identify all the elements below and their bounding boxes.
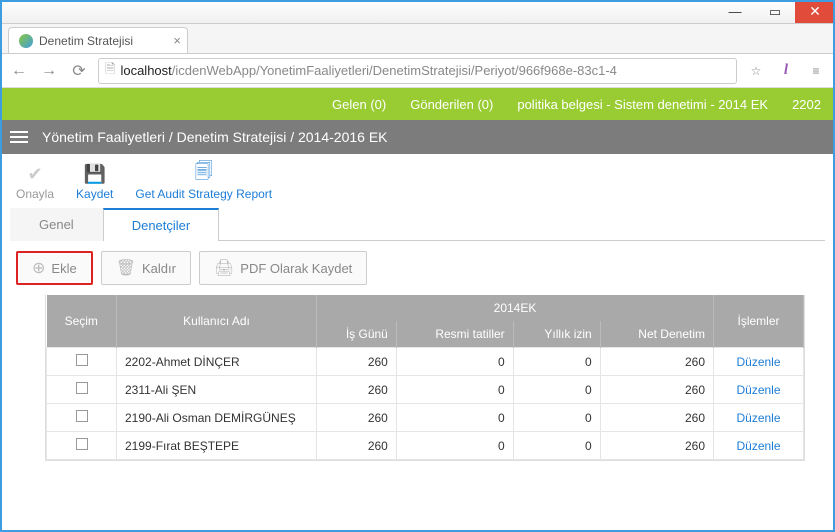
check-circle-icon: ✔ <box>24 164 46 184</box>
extension-icon[interactable]: l <box>775 60 797 82</box>
auditors-table: Seçim Kullanıcı Adı 2014EK İşlemler İş G… <box>45 295 805 461</box>
export-pdf-button[interactable]: 🖨 PDF Olarak Kaydet <box>199 251 367 285</box>
col-username: Kullanıcı Adı <box>117 295 317 348</box>
back-button[interactable]: ← <box>8 60 30 82</box>
trash-icon: 🗑 <box>116 258 136 278</box>
favicon-icon <box>19 34 33 48</box>
remove-label: Kaldır <box>142 261 176 276</box>
cell-username: 2311-Ali ŞEN <box>117 376 317 404</box>
cell-net: 260 <box>600 348 713 376</box>
browser-toolbar: ← → ⟳ 🗎 localhost/icdenWebApp/YonetimFaa… <box>0 54 835 88</box>
cell-holidays: 0 <box>396 348 513 376</box>
url-path: /icdenWebApp/YonetimFaaliyetleri/Denetim… <box>172 63 617 78</box>
approve-label: Onayla <box>16 187 54 201</box>
export-pdf-label: PDF Olarak Kaydet <box>240 261 352 276</box>
cell-workday: 260 <box>317 376 397 404</box>
cell-holidays: 0 <box>396 376 513 404</box>
cell-annual: 0 <box>513 432 600 460</box>
page-toolbar: ✔ Onayla 💾 Kaydet 🗐 Get Audit Strategy R… <box>0 154 835 207</box>
cell-username: 2190-Ali Osman DEMİRGÜNEŞ <box>117 404 317 432</box>
menu-icon[interactable] <box>10 131 28 143</box>
col-workday: İş Günü <box>317 321 397 348</box>
tab-auditors[interactable]: Denetçiler <box>103 208 220 241</box>
approve-button[interactable]: ✔ Onayla <box>16 164 54 201</box>
plus-circle-icon: ⊕ <box>32 258 45 278</box>
cell-username: 2199-Fırat BEŞTEPE <box>117 432 317 460</box>
col-select: Seçim <box>47 295 117 348</box>
cell-net: 260 <box>600 432 713 460</box>
checkbox-icon[interactable] <box>76 382 88 394</box>
checkbox-icon[interactable] <box>76 354 88 366</box>
cell-annual: 0 <box>513 404 600 432</box>
save-icon: 💾 <box>84 164 106 184</box>
edit-link[interactable]: Düzenle <box>714 348 804 376</box>
save-button[interactable]: 💾 Kaydet <box>76 164 113 201</box>
action-row: ⊕ Ekle 🗑 Kaldır 🖨 PDF Olarak Kaydet <box>0 241 835 295</box>
url-host: localhost <box>120 63 171 78</box>
cell-workday: 260 <box>317 404 397 432</box>
save-label: Kaydet <box>76 187 113 201</box>
cell-holidays: 0 <box>396 432 513 460</box>
page-icon: 🗎 <box>105 60 115 82</box>
cell-annual: 0 <box>513 348 600 376</box>
window-maximize-button[interactable]: ▭ <box>755 0 795 23</box>
user-id-label: 2202 <box>792 97 821 112</box>
notification-bar: Gelen (0) Gönderilen (0) politika belges… <box>0 88 835 120</box>
remove-button[interactable]: 🗑 Kaldır <box>101 251 191 285</box>
bookmark-star-icon[interactable]: ☆ <box>745 60 767 82</box>
address-bar[interactable]: 🗎 localhost/icdenWebApp/YonetimFaaliyetl… <box>98 58 737 84</box>
browser-tabstrip: Denetim Stratejisi × <box>0 24 835 54</box>
browser-tab[interactable]: Denetim Stratejisi × <box>8 27 188 53</box>
page-tabs: Genel Denetçiler <box>10 207 825 241</box>
report-label: Get Audit Strategy Report <box>135 187 272 201</box>
edit-link[interactable]: Düzenle <box>714 432 804 460</box>
sent-link[interactable]: Gönderilen (0) <box>410 97 493 112</box>
reload-button[interactable]: ⟳ <box>68 60 90 82</box>
window-close-button[interactable]: ✕ <box>795 0 835 23</box>
breadcrumb-bar: Yönetim Faaliyetleri / Denetim Stratejis… <box>0 120 835 154</box>
inbox-link[interactable]: Gelen (0) <box>332 97 386 112</box>
context-label: politika belgesi - Sistem denetimi - 201… <box>517 97 768 112</box>
col-annual: Yıllık izin <box>513 321 600 348</box>
edit-link[interactable]: Düzenle <box>714 376 804 404</box>
cell-workday: 260 <box>317 348 397 376</box>
col-group-period: 2014EK <box>317 295 714 321</box>
breadcrumb: Yönetim Faaliyetleri / Denetim Stratejis… <box>42 129 388 145</box>
tab-close-icon[interactable]: × <box>173 33 181 48</box>
report-icon: 🗐 <box>193 164 215 184</box>
col-actions: İşlemler <box>714 295 804 348</box>
cell-select[interactable] <box>47 348 117 376</box>
tab-auditors-label: Denetçiler <box>132 218 191 233</box>
cell-holidays: 0 <box>396 404 513 432</box>
table-row: 2202-Ahmet DİNÇER26000260Düzenle <box>47 348 804 376</box>
window-minimize-button[interactable]: — <box>715 0 755 23</box>
col-net: Net Denetim <box>600 321 713 348</box>
add-button[interactable]: ⊕ Ekle <box>16 251 93 285</box>
cell-select[interactable] <box>47 376 117 404</box>
checkbox-icon[interactable] <box>76 438 88 450</box>
report-button[interactable]: 🗐 Get Audit Strategy Report <box>135 164 272 201</box>
checkbox-icon[interactable] <box>76 410 88 422</box>
col-holidays: Resmi tatiller <box>396 321 513 348</box>
pdf-icon: 🖨 <box>214 258 234 278</box>
edit-link[interactable]: Düzenle <box>714 404 804 432</box>
browser-menu-icon[interactable]: ≡ <box>805 60 827 82</box>
window-titlebar: — ▭ ✕ <box>0 0 835 24</box>
cell-select[interactable] <box>47 432 117 460</box>
cell-username: 2202-Ahmet DİNÇER <box>117 348 317 376</box>
cell-net: 260 <box>600 376 713 404</box>
tab-general[interactable]: Genel <box>10 208 103 241</box>
tab-title: Denetim Stratejisi <box>39 34 133 48</box>
table-row: 2190-Ali Osman DEMİRGÜNEŞ26000260Düzenle <box>47 404 804 432</box>
table-row: 2311-Ali ŞEN26000260Düzenle <box>47 376 804 404</box>
cell-workday: 260 <box>317 432 397 460</box>
add-label: Ekle <box>51 261 76 276</box>
tab-general-label: Genel <box>39 217 74 232</box>
cell-net: 260 <box>600 404 713 432</box>
cell-annual: 0 <box>513 376 600 404</box>
forward-button[interactable]: → <box>38 60 60 82</box>
table-row: 2199-Fırat BEŞTEPE26000260Düzenle <box>47 432 804 460</box>
cell-select[interactable] <box>47 404 117 432</box>
